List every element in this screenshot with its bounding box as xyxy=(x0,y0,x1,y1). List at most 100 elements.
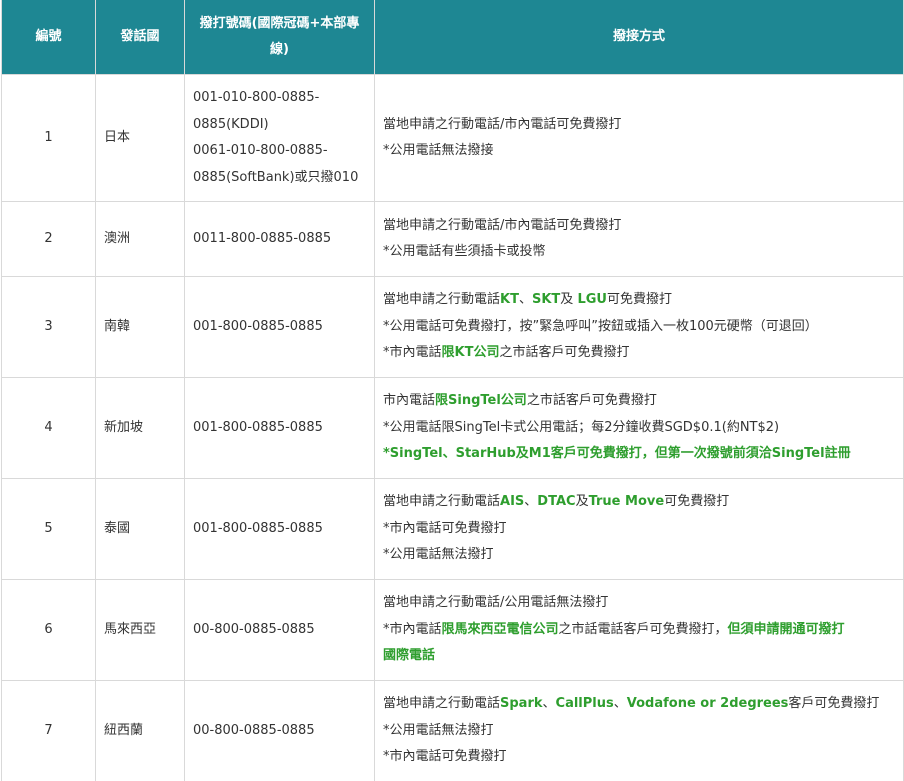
dial-method-cell: 當地申請之行動電話/市內電話可免費撥打 *公用電話有些須插卡或投幣 xyxy=(374,201,904,277)
method-text: 、 xyxy=(518,292,532,308)
header-dial-method: 撥接方式 xyxy=(374,0,904,75)
method-text: *公用電話無法撥打 xyxy=(383,547,494,563)
dial-number-cell: 001-800-0885-0885 xyxy=(184,377,375,479)
highlighted-text: KT xyxy=(500,292,519,308)
method-text: *市內電話 xyxy=(383,621,442,637)
highlighted-text: LGU xyxy=(577,292,607,308)
dial-method-line: *市內電話限KT公司之市話客戶可免費撥打 xyxy=(383,340,895,367)
dial-method-line: *公用電話無法撥打 xyxy=(383,718,895,745)
highlighted-text: 限SingTel公司 xyxy=(435,393,527,409)
dial-method-line: 當地申請之行動電話/市內電話可免費撥打 xyxy=(383,213,895,240)
row-number: 3 xyxy=(1,276,96,378)
dial-method-line: 當地申請之行動電話Spark、CallPlus、Vodafone or 2deg… xyxy=(383,691,895,718)
row-number: 2 xyxy=(1,201,96,277)
dial-method-line: *公用電話可免費撥打，按”緊急呼叫”按鈕或插入一枚100元硬幣（可退回） xyxy=(383,314,895,341)
dial-method-cell: 當地申請之行動電話/公用電話無法撥打 *市內電話限馬來西亞電信公司之市話電話客戶可… xyxy=(374,579,904,681)
dial-number-cell: 001-800-0885-0885 xyxy=(184,276,375,378)
table-row: 2 澳洲 0011-800-0885-0885 當地申請之行動電話/市內電話可免費撥打… xyxy=(1,201,904,277)
dial-method-line: 國際電話 xyxy=(383,643,895,670)
highlighted-text: 限馬來西亞電信公司 xyxy=(441,621,559,637)
row-number: 4 xyxy=(1,377,96,479)
method-text: *公用電話有些須插卡或投幣 xyxy=(383,244,546,259)
dial-number-line: 001-800-0885-0885 xyxy=(193,318,323,334)
method-text: 當地申請之行動電話/公用電話無法撥打 xyxy=(383,595,609,611)
country-cell: 泰國 xyxy=(95,478,185,580)
dial-method-line: *公用電話無法撥接 xyxy=(383,138,895,165)
highlighted-text: *SingTel、StarHub及M1客戶可免費撥打，但第一次撥號前須洽Sing… xyxy=(383,446,851,462)
country-cell: 馬來西亞 xyxy=(95,579,185,681)
dial-number-line: 0885(SoftBank)或只撥010 xyxy=(193,169,359,185)
dial-method-line: 當地申請之行動電話/公用電話無法撥打 xyxy=(383,590,895,617)
method-text: 、 xyxy=(542,696,556,712)
row-number: 6 xyxy=(1,579,96,681)
row-number: 5 xyxy=(1,478,96,580)
header-country: 發話國 xyxy=(95,0,185,75)
dial-number-line: 0061-010-800-0885- xyxy=(193,143,328,158)
header-dial-number: 撥打號碼(國際冠碼+本部專線) xyxy=(184,0,375,75)
country-cell: 南韓 xyxy=(95,276,185,378)
table-row: 5 泰國 001-800-0885-0885 當地申請之行動電話AIS、DTAC及Tr… xyxy=(1,478,904,580)
method-text: 市內電話 xyxy=(383,393,436,409)
method-text: 當地申請之行動電話 xyxy=(383,292,501,308)
highlighted-text: CallPlus xyxy=(555,696,614,712)
header-number: 編號 xyxy=(1,0,96,75)
dial-method-line: *市內電話限馬來西亞電信公司之市話電話客戶可免費撥打，但須申請開通可撥打 xyxy=(383,617,895,644)
dial-number-line: 00-800-0885-0885 xyxy=(193,621,315,637)
method-text: 可免費撥打 xyxy=(606,292,672,308)
table-body: 1 日本 001-010-800-0885- 0885(KDDI) 0061-010-8… xyxy=(1,74,904,781)
table-row: 6 馬來西亞 00-800-0885-0885 當地申請之行動電話/公用電話無法撥打 *… xyxy=(1,579,904,681)
country-cell: 澳洲 xyxy=(95,201,185,277)
dial-method-line: *市內電話可免費撥打 xyxy=(383,516,895,543)
dial-method-line: 當地申請之行動電話KT、SKT及 LGU可免費撥打 xyxy=(383,287,895,314)
method-text: *公用電話無法撥打 xyxy=(383,722,494,738)
dial-method-cell: 當地申請之行動電話KT、SKT及 LGU可免費撥打 *公用電話可免費撥打，按”緊急… xyxy=(374,276,904,378)
method-text: 之市話客戶可免費撥打 xyxy=(526,393,657,409)
method-text: 之市話電話客戶可免費撥打， xyxy=(558,621,728,637)
method-text: 客戶可免費撥打 xyxy=(788,696,880,712)
dial-number-line: 0885(KDDI) xyxy=(193,116,269,132)
dial-method-line: *SingTel、StarHub及M1客戶可免費撥打，但第一次撥號前須洽Sing… xyxy=(383,441,895,468)
highlighted-text: 但須申請開通可撥打 xyxy=(727,621,845,637)
method-text: *公用電話無法撥接 xyxy=(383,143,494,158)
highlighted-text: 限KT公司 xyxy=(441,345,500,361)
highlighted-text: AIS xyxy=(500,494,525,510)
row-number: 1 xyxy=(1,74,96,202)
method-text: 及 xyxy=(575,494,589,510)
method-text: 當地申請之行動電話 xyxy=(383,696,501,712)
highlighted-text: 國際電話 xyxy=(383,648,436,664)
dial-number-line: 0011-800-0885-0885 xyxy=(193,230,332,246)
country-cell: 紐西蘭 xyxy=(95,680,185,781)
dial-method-cell: 當地申請之行動電話Spark、CallPlus、Vodafone or 2deg… xyxy=(374,680,904,781)
dial-method-line: 當地申請之行動電話AIS、DTAC及True Move可免費撥打 xyxy=(383,489,895,516)
dial-number-line: 001-800-0885-0885 xyxy=(193,520,323,536)
table-row: 1 日本 001-010-800-0885- 0885(KDDI) 0061-010-8… xyxy=(1,74,904,202)
highlighted-text: SKT xyxy=(531,292,561,308)
highlighted-text: Spark xyxy=(500,696,543,712)
table-header-row: 編號 發話國 撥打號碼(國際冠碼+本部專線) 撥接方式 xyxy=(1,0,904,75)
method-text: 、 xyxy=(524,494,538,510)
dial-method-line: *公用電話無法撥打 xyxy=(383,542,895,569)
method-text: *市內電話 xyxy=(383,345,442,361)
dial-method-cell: 當地申請之行動電話/市內電話可免費撥打 *公用電話無法撥接 xyxy=(374,74,904,202)
row-number: 7 xyxy=(1,680,96,781)
dial-number-cell: 00-800-0885-0885 xyxy=(184,680,375,781)
dial-number-line: 001-010-800-0885- xyxy=(193,90,320,105)
highlighted-text: DTAC xyxy=(537,494,576,510)
table-row: 3 南韓 001-800-0885-0885 當地申請之行動電話KT、SKT及 LGU… xyxy=(1,276,904,378)
dial-number-line: 001-800-0885-0885 xyxy=(193,419,323,435)
toll-free-dialing-table: 編號 發話國 撥打號碼(國際冠碼+本部專線) 撥接方式 1 日本 001-010-8… xyxy=(1,0,904,781)
table-row: 4 新加坡 001-800-0885-0885 市內電話限SingTel公司之市話客戶… xyxy=(1,377,904,479)
method-text: *市內電話可免費撥打 xyxy=(383,749,507,765)
method-text: *公用電話限SingTel卡式公用電話；每2分鐘收費SGD$0.1(約NT$2) xyxy=(383,419,780,435)
country-cell: 新加坡 xyxy=(95,377,185,479)
method-text: *公用電話可免費撥打，按”緊急呼叫”按鈕或插入一枚100元硬幣（可退回） xyxy=(383,318,818,334)
method-text: 及 xyxy=(560,292,578,308)
dial-number-cell: 00-800-0885-0885 xyxy=(184,579,375,681)
method-text: *市內電話可免費撥打 xyxy=(383,520,507,536)
dial-method-line: 當地申請之行動電話/市內電話可免費撥打 xyxy=(383,112,895,139)
dial-method-cell: 當地申請之行動電話AIS、DTAC及True Move可免費撥打 *市內電話可免費… xyxy=(374,478,904,580)
highlighted-text: True Move xyxy=(588,494,665,510)
dial-number-line: 00-800-0885-0885 xyxy=(193,722,315,738)
method-text: 之市話客戶可免費撥打 xyxy=(499,345,630,361)
method-text: 、 xyxy=(613,696,627,712)
